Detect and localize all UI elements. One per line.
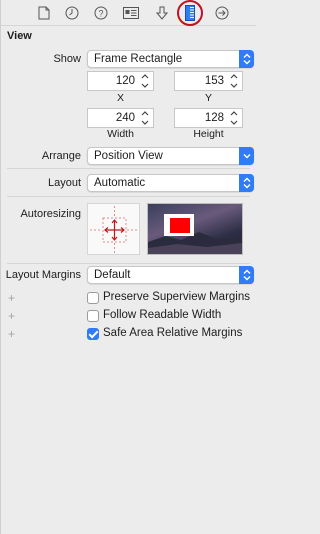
autoresizing-label: Autoresizing: [20, 208, 81, 220]
preview-view-frame: [164, 214, 194, 236]
stepper-down-icon: [230, 83, 238, 88]
width-field[interactable]: 240: [87, 108, 154, 128]
connections-inspector-tab[interactable]: [213, 4, 231, 22]
file-inspector-tab[interactable]: [35, 4, 53, 22]
layout-margins-label: Layout Margins: [5, 269, 81, 281]
divider: [7, 263, 250, 264]
layout-popup[interactable]: Automatic: [87, 174, 254, 192]
x-value: 120: [115, 75, 135, 87]
stepper-down-icon: [230, 120, 238, 125]
add-variation-button[interactable]: +: [8, 327, 15, 341]
y-value: 153: [204, 75, 224, 87]
autoresizing-springs-icon: [90, 206, 139, 254]
stepper-up-icon: [230, 74, 238, 79]
chevron-updown-icon: [239, 266, 254, 284]
x-caption: X: [116, 92, 124, 104]
stepper-up-icon: [141, 74, 149, 79]
history-inspector-tab[interactable]: [63, 4, 81, 22]
attributes-inspector-tab[interactable]: [153, 4, 171, 22]
height-stepper[interactable]: [228, 111, 240, 125]
stepper-up-icon: [141, 111, 149, 116]
add-variation-button[interactable]: +: [8, 291, 15, 305]
height-value: 128: [204, 112, 224, 124]
show-popup[interactable]: Frame Rectangle: [87, 50, 254, 68]
width-value: 240: [115, 112, 135, 124]
y-field[interactable]: 153: [174, 71, 243, 91]
preserve-superview-margins-checkbox[interactable]: [87, 292, 99, 304]
attributes-arrow-icon: [156, 6, 168, 20]
y-caption: Y: [204, 92, 212, 104]
help-icon: ?: [94, 6, 108, 20]
layout-margins-popup[interactable]: Default: [87, 266, 254, 284]
add-variation-button[interactable]: +: [8, 309, 15, 323]
y-stepper[interactable]: [228, 74, 240, 88]
stepper-down-icon: [141, 83, 149, 88]
clock-icon: [65, 6, 79, 20]
identity-inspector-tab[interactable]: [122, 4, 140, 22]
arrange-label: Arrange: [41, 150, 81, 162]
section-title: View: [7, 30, 32, 42]
arrange-popup[interactable]: Position View: [87, 147, 254, 165]
show-label: Show: [53, 53, 81, 65]
autoresizing-mask-editor[interactable]: [87, 203, 140, 255]
preview-view-fill: [170, 218, 190, 233]
divider: [7, 168, 250, 169]
safe-area-relative-margins-checkbox[interactable]: [87, 328, 99, 340]
stepper-up-icon: [230, 111, 238, 116]
active-tab-highlight-ring: [177, 0, 203, 26]
follow-readable-width-checkbox[interactable]: [87, 310, 99, 322]
file-icon: [38, 6, 50, 20]
help-inspector-tab[interactable]: ?: [92, 4, 110, 22]
layout-value: Automatic: [94, 177, 146, 189]
layout-label: Layout: [47, 177, 81, 189]
divider: [7, 196, 250, 197]
height-field[interactable]: 128: [174, 108, 243, 128]
follow-readable-width-label: Follow Readable Width: [103, 309, 222, 321]
width-caption: Width: [107, 128, 134, 140]
chevron-down-icon: [239, 147, 254, 165]
autoresizing-preview: [147, 203, 243, 255]
safe-area-relative-margins-label: Safe Area Relative Margins: [103, 327, 243, 339]
svg-text:?: ?: [98, 9, 103, 19]
height-caption: Height: [193, 128, 224, 140]
preserve-superview-margins-label: Preserve Superview Margins: [103, 291, 251, 303]
connections-arrow-icon: [215, 6, 229, 20]
arrange-value: Position View: [94, 150, 163, 162]
width-stepper[interactable]: [139, 111, 151, 125]
layout-margins-value: Default: [94, 269, 131, 281]
x-stepper[interactable]: [139, 74, 151, 88]
stepper-down-icon: [141, 120, 149, 125]
chevron-updown-icon: [239, 50, 254, 68]
mountain-wallpaper-icon: [148, 232, 242, 254]
show-value: Frame Rectangle: [94, 53, 183, 65]
chevron-updown-icon: [239, 174, 254, 192]
x-field[interactable]: 120: [87, 71, 154, 91]
inspector-tab-bar: ?: [1, 0, 256, 26]
identity-card-icon: [123, 7, 139, 19]
size-inspector-panel: ? View Show Frame Rectangle 120 153 X Y …: [0, 0, 256, 534]
